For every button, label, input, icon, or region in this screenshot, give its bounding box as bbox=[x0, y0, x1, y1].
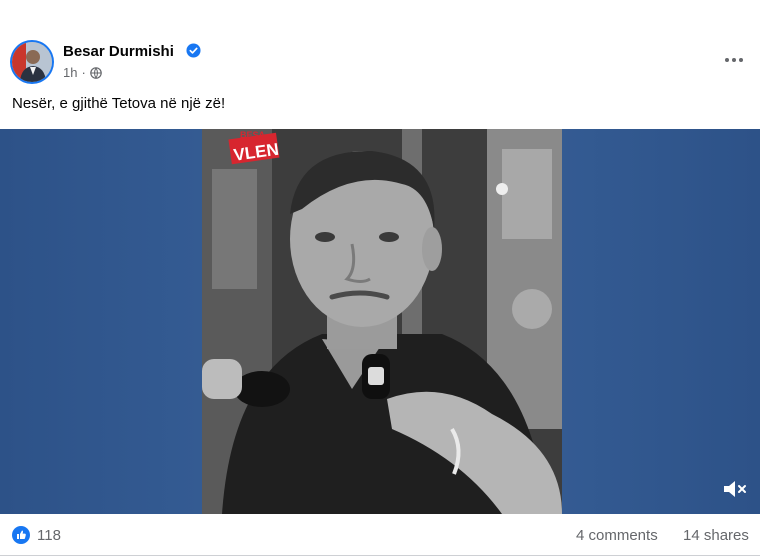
post-caption: Nesër, e gjithë Tetova në një zë! bbox=[12, 95, 226, 112]
video-badge-top: BESA bbox=[240, 130, 266, 140]
author-name[interactable]: Besar Durmishi bbox=[63, 43, 174, 60]
post-meta: 1h · bbox=[63, 65, 102, 80]
reaction-count: 118 bbox=[37, 526, 61, 544]
shares-count[interactable]: 14 shares bbox=[683, 527, 749, 544]
reactions-summary[interactable]: 118 bbox=[12, 526, 61, 544]
meta-separator: · bbox=[81, 65, 86, 80]
verified-badge-icon bbox=[186, 43, 201, 58]
post-time[interactable]: 1h bbox=[63, 65, 77, 80]
comments-count[interactable]: 4 comments bbox=[576, 527, 658, 544]
post-stats-bar: 118 4 comments 14 shares bbox=[0, 514, 760, 556]
like-icon bbox=[12, 526, 30, 544]
more-options-icon[interactable] bbox=[720, 48, 748, 72]
author-avatar[interactable] bbox=[10, 40, 54, 84]
avatar-photo bbox=[12, 42, 52, 82]
post-header: Besar Durmishi 1h · bbox=[0, 0, 760, 92]
globe-icon[interactable] bbox=[90, 66, 102, 79]
video-frame[interactable]: VLEN BESA bbox=[202, 129, 562, 514]
post-video[interactable]: VLEN BESA bbox=[0, 129, 760, 514]
muted-speaker-icon[interactable] bbox=[722, 478, 748, 500]
